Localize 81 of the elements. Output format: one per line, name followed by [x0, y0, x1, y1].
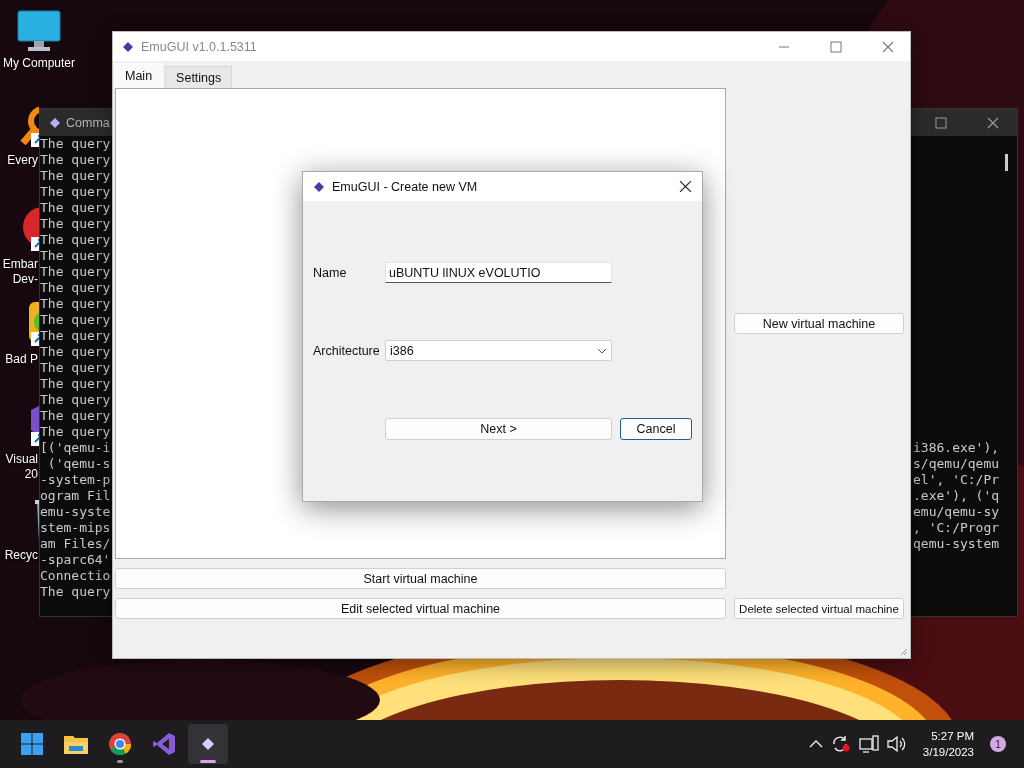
dialog-button[interactable]: Next > [385, 418, 612, 440]
clock-time[interactable]: 5:27 PM [931, 728, 974, 744]
browser-icon[interactable] [108, 732, 132, 756]
console-line: The query [40, 424, 111, 440]
name-field[interactable]: uBUNTU lINUX eVOLUTIO [385, 262, 612, 283]
console-line: The query [40, 168, 111, 184]
console-line: [('qemu-i [40, 440, 111, 456]
console-line: The query [40, 152, 111, 168]
console-line: The query [40, 360, 111, 376]
scrollbar-thumb[interactable] [1005, 154, 1008, 171]
console-line: -sparc64' [40, 552, 111, 568]
desktop-icon-label[interactable]: Embar [2, 257, 38, 272]
delete-vm-button[interactable]: Delete selected virtual machine [734, 598, 904, 619]
field-label: Architecture [313, 343, 381, 358]
console-line: am Files/ [40, 536, 111, 552]
console-line: The query [40, 216, 111, 232]
dialog-button[interactable]: Cancel [620, 418, 692, 440]
desktop-icon-label[interactable]: Dev- [12, 272, 38, 287]
maximize-icon[interactable] [935, 116, 947, 129]
console-line: The query [40, 232, 111, 248]
desktop-icon-label[interactable]: Bad P [5, 352, 38, 367]
desktop-icon-label[interactable]: Recyc [4, 548, 38, 563]
console-line: emu/qemu-sy [913, 504, 1000, 520]
console-line: The query [40, 344, 111, 360]
start-icon[interactable] [20, 732, 44, 756]
app-icon [50, 117, 60, 128]
folder-icon[interactable] [63, 733, 89, 755]
window-title: Comma [66, 115, 110, 130]
tab[interactable]: Settings [165, 66, 233, 88]
console-line: The query [40, 408, 111, 424]
console-line: qemu-system [913, 536, 1000, 552]
clock-date[interactable]: 3/19/2023 [922, 744, 974, 760]
console-line: ('qemu-s [46, 456, 111, 472]
tab[interactable]: Main [114, 63, 164, 88]
start-vm-button[interactable]: Start virtual machine [115, 568, 726, 589]
console-line: el', 'C:/Pr [913, 472, 1000, 488]
window-title: EmuGUI v1.0.1.5311 [141, 39, 257, 54]
desktop-icon-label[interactable]: Visual [5, 452, 38, 467]
console-line: The query [40, 312, 111, 328]
field-label: Name [313, 265, 348, 280]
console-line: stem-mips [40, 520, 111, 536]
console-line: The query [40, 296, 111, 312]
console-line: The query [40, 248, 111, 264]
new-vm-button[interactable]: New virtual machine [734, 313, 904, 334]
architecture-dropdown[interactable]: i386 [385, 340, 612, 361]
console-line: The query [40, 584, 111, 600]
desktop-icon-label[interactable]: 20 [24, 467, 38, 482]
notification-badge[interactable]: 1 [990, 736, 1006, 752]
console-line: The query [40, 264, 111, 280]
chevron-up-icon[interactable] [808, 739, 823, 749]
console-line: The query [40, 328, 111, 344]
app-icon [123, 41, 133, 52]
console-line: -system-p [40, 472, 111, 488]
console-line: , 'C:/Progr [913, 520, 1000, 536]
console-line: .exe'), ('q [913, 488, 1000, 504]
speaker-icon[interactable] [886, 735, 907, 753]
desktop-icon-label[interactable]: My Computer [3, 56, 75, 71]
console-line: s/qemu/qemu [913, 456, 1000, 472]
console-line: ogram Fil [40, 488, 111, 504]
network-icon[interactable] [858, 735, 879, 753]
console-line: The query [40, 184, 111, 200]
edit-vm-button[interactable]: Edit selected virtual machine [115, 598, 726, 619]
console-line: The query [40, 200, 111, 216]
app-icon[interactable] [202, 738, 214, 750]
console-line: Connectio [40, 568, 111, 584]
console-line: The query [40, 376, 111, 392]
desktop-icon-label[interactable]: Every [7, 153, 38, 168]
dialog-title: EmuGUI - Create new VM [332, 179, 478, 194]
console-line: The query [40, 280, 111, 296]
console-line: i386.exe'), [913, 440, 1000, 456]
close-icon[interactable] [679, 180, 692, 193]
app-icon [314, 181, 324, 192]
console-line: The query [40, 136, 111, 152]
sync-icon[interactable] [830, 735, 851, 753]
console-line: The query [40, 392, 111, 408]
maximize-icon[interactable] [830, 40, 842, 53]
console-line: emu-syste [40, 504, 111, 520]
monitor-icon[interactable] [17, 10, 61, 52]
chevron-down-icon [597, 347, 607, 354]
taskbar-button[interactable] [188, 724, 228, 764]
resize-grip-icon[interactable] [900, 648, 908, 656]
